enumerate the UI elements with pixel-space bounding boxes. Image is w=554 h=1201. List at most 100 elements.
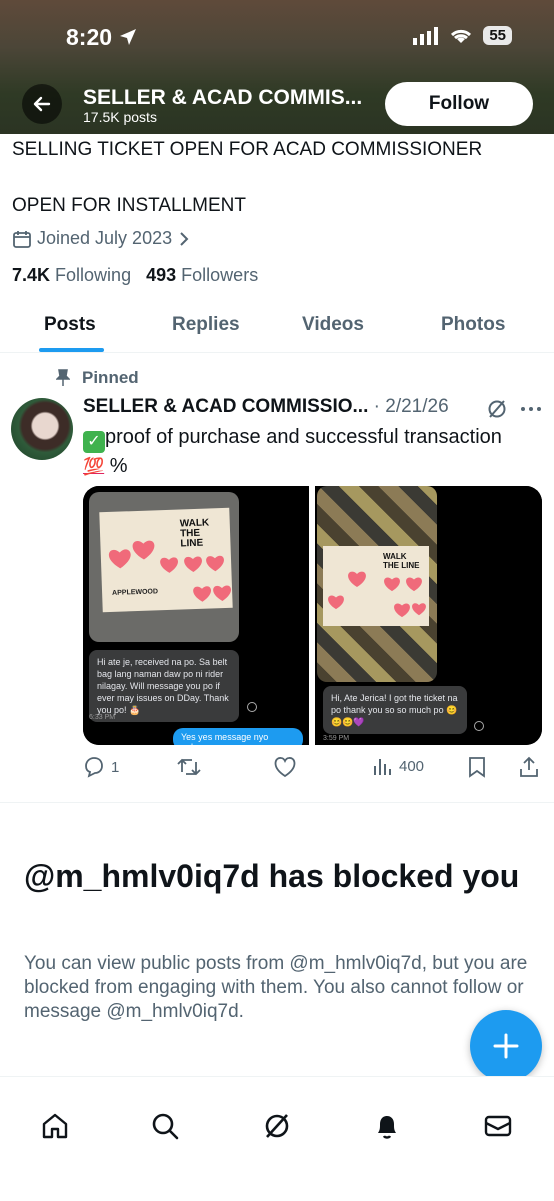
plus-icon xyxy=(493,1033,519,1059)
more-options-icon[interactable] xyxy=(519,402,543,416)
followers-label: Followers xyxy=(181,265,259,285)
follow-button[interactable]: Follow xyxy=(385,82,533,126)
location-arrow-icon xyxy=(120,29,137,45)
react-icon xyxy=(247,702,257,712)
post-suffix: % xyxy=(109,455,128,477)
media-image-left[interactable]: WALK THE LINE APPLEWOOD Hi ate je, recei… xyxy=(83,486,309,745)
avatar[interactable] xyxy=(11,398,73,460)
tab-replies[interactable]: Replies xyxy=(172,314,240,336)
tab-videos[interactable]: Videos xyxy=(302,314,364,336)
joined-date[interactable]: Joined July 2023 xyxy=(12,228,191,249)
media-image-right[interactable]: WALK THE LINE Hi, Ate Jerica! I got the … xyxy=(315,486,542,745)
heart-sticker-icon xyxy=(206,555,224,572)
grok-icon[interactable] xyxy=(486,398,508,420)
heart-sticker-icon xyxy=(394,603,410,618)
compose-post-button[interactable] xyxy=(470,1010,542,1082)
heart-sticker-icon xyxy=(132,540,155,560)
chat-bubble-right: Hi, Ate Jerica! I got the ticket na po t… xyxy=(323,686,467,734)
followers-link[interactable]: 493 Followers xyxy=(146,265,258,285)
status-time: 8:20 xyxy=(66,24,138,51)
followers-count: 493 xyxy=(146,265,177,285)
heart-sticker-icon xyxy=(412,603,426,616)
clock-text: 8:20 xyxy=(66,24,113,50)
share-icon xyxy=(520,756,538,777)
blocked-title: @m_hmlv0iq7d has blocked you xyxy=(24,858,520,894)
like-button[interactable] xyxy=(273,756,297,778)
heart-sticker-icon xyxy=(384,577,400,592)
joined-text: Joined July 2023 xyxy=(37,228,173,248)
header-title: SELLER & ACAD COMMIS... xyxy=(83,86,363,109)
nav-notifications[interactable] xyxy=(370,1109,404,1143)
reply-button[interactable]: 1 xyxy=(83,756,119,778)
bell-icon xyxy=(378,1116,396,1139)
reply-icon xyxy=(85,757,103,778)
chevron-right-icon xyxy=(180,231,189,246)
heart-sticker-icon xyxy=(160,557,178,573)
post-body: proof of purchase and successful transac… xyxy=(105,426,502,448)
heart-icon xyxy=(274,757,296,778)
nav-home[interactable] xyxy=(38,1109,72,1143)
battery-indicator: 55 xyxy=(483,26,512,45)
following-count: 7.4K xyxy=(12,265,51,285)
ticket-photo: WALK THE LINE APPLEWOOD xyxy=(89,492,239,642)
post-media[interactable]: WALK THE LINE APPLEWOOD Hi ate je, recei… xyxy=(83,486,542,745)
chat-bubble-right-text: Hi, Ate Jerica! I got the ticket na po t… xyxy=(331,693,458,715)
checkmark-emoji-icon: ✓ xyxy=(83,431,105,453)
ticket-title-right: WALK THE LINE xyxy=(383,552,420,570)
views-chart-icon xyxy=(374,759,391,775)
back-arrow-icon xyxy=(33,96,51,112)
chat-bubble-right-emojis: 😊😊💜 xyxy=(331,717,365,727)
nav-search[interactable] xyxy=(148,1109,182,1143)
profile-header: 8:20 55 SELLER & ACAD COMMIS... 17.5K po… xyxy=(0,0,554,134)
ticket-title: WALK THE LINE xyxy=(179,517,210,550)
status-icons: 55 xyxy=(413,26,512,45)
search-icon xyxy=(152,1113,179,1140)
follow-counts: 7.4K Following 493 Followers xyxy=(12,265,258,286)
ticket-venue: APPLEWOOD xyxy=(112,588,159,597)
heart-sticker-icon xyxy=(193,586,211,602)
heart-sticker-icon xyxy=(108,549,131,569)
following-link[interactable]: 7.4K Following xyxy=(12,265,131,285)
tab-photos[interactable]: Photos xyxy=(441,314,505,336)
profile-tabs: Posts Replies Videos Photos xyxy=(0,300,554,353)
bookmark-icon xyxy=(469,757,485,778)
react-icon xyxy=(474,721,484,731)
chat-time-left: 6:33 PM xyxy=(89,714,116,721)
nav-grok[interactable] xyxy=(260,1109,294,1143)
ticket-right: WALK THE LINE xyxy=(323,546,429,626)
heart-sticker-icon xyxy=(184,556,202,573)
section-divider xyxy=(0,802,554,803)
mail-icon xyxy=(484,1115,512,1137)
view-count: 400 xyxy=(399,757,425,775)
views-button[interactable]: 400 xyxy=(373,756,424,776)
bookmark-button[interactable] xyxy=(468,756,486,778)
repost-icon xyxy=(177,758,201,776)
hundred-emoji: 💯 xyxy=(83,457,105,476)
pinned-text: Pinned xyxy=(82,368,139,387)
tab-posts[interactable]: Posts xyxy=(44,314,96,336)
grok-icon xyxy=(265,1114,289,1138)
post-header: SELLER & ACAD COMMISSIO... · 2/21/26 xyxy=(83,396,449,418)
chat-time-right: 3:59 PM xyxy=(323,735,350,742)
home-icon xyxy=(42,1113,68,1139)
post-date[interactable]: · 2/21/26 xyxy=(374,396,449,417)
back-button[interactable] xyxy=(22,84,62,124)
share-button[interactable] xyxy=(519,756,539,778)
heart-sticker-icon xyxy=(348,571,366,587)
active-tab-indicator xyxy=(39,348,104,352)
following-label: Following xyxy=(55,265,132,285)
post-text: ✓ proof of purchase and successful transa… xyxy=(83,424,533,480)
blocked-message: You can view public posts from @m_hmlv0i… xyxy=(24,953,528,1022)
bio-line-2: OPEN FOR INSTALLMENT xyxy=(12,195,247,216)
heart-sticker-icon xyxy=(213,585,231,602)
repost-button[interactable] xyxy=(177,756,201,778)
post-actions: 1 400 xyxy=(83,756,543,780)
reply-count: 1 xyxy=(111,758,120,776)
pin-icon xyxy=(56,369,70,386)
heart-sticker-icon xyxy=(328,595,344,610)
wifi-icon xyxy=(451,29,472,43)
ticket: WALK THE LINE APPLEWOOD xyxy=(99,507,233,613)
post-author[interactable]: SELLER & ACAD COMMISSIO... xyxy=(83,396,368,417)
calendar-icon xyxy=(13,230,31,248)
nav-messages[interactable] xyxy=(481,1109,515,1143)
